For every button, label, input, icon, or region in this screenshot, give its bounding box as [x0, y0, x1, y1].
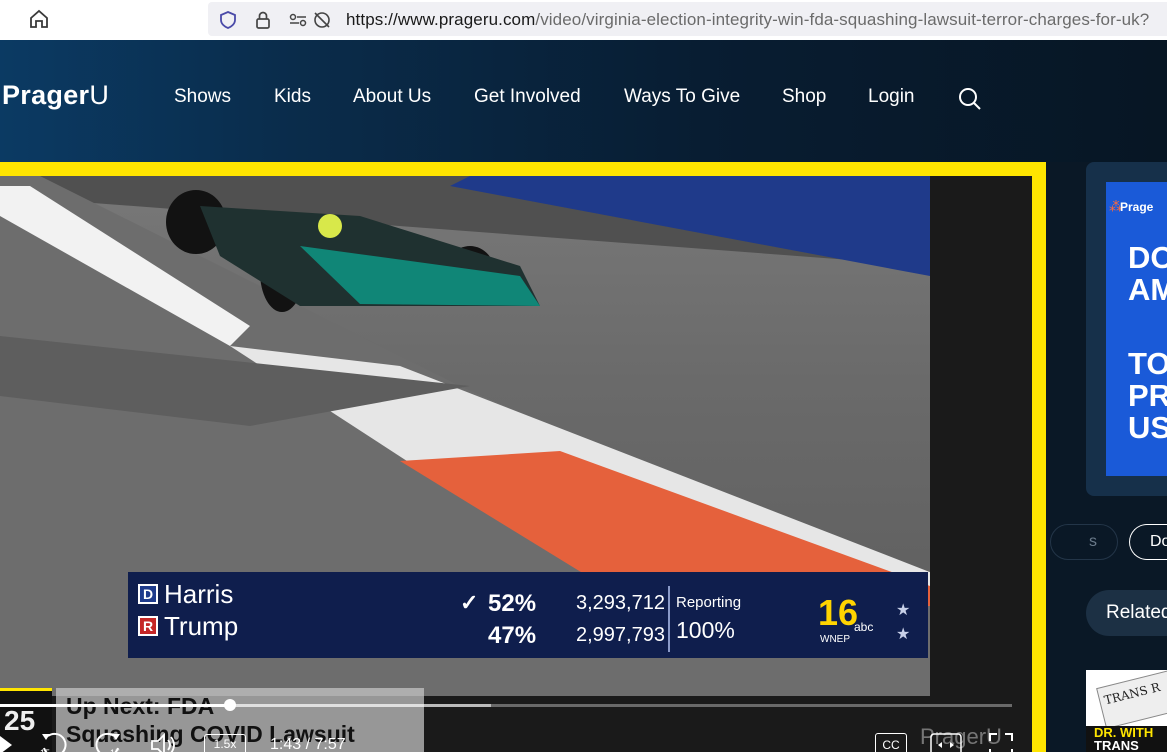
ad-text-line: US [1128, 410, 1167, 445]
progress-handle[interactable] [223, 699, 236, 711]
station-call-letters: WNEP [820, 634, 850, 645]
captions-button[interactable]: CC [875, 733, 907, 752]
ad-brand: Prage [1120, 200, 1154, 214]
ad-text-line: DO [1128, 240, 1167, 275]
video-player-frame: D Harris R Trump ✓ 52% 47% 3,293,712 2,9… [0, 162, 1046, 752]
party-badge-d: D [138, 584, 158, 604]
theater-mode-icon[interactable] [930, 733, 962, 752]
candidate-name: Harris [164, 578, 234, 609]
skip-back-icon[interactable]: 15 [38, 730, 70, 752]
ad-text-line: TO [1128, 346, 1167, 381]
related-video-thumbnail[interactable]: TRANS R DR. WITH TRANS [1086, 670, 1167, 752]
station-number: 16 [818, 592, 859, 633]
nav-kids[interactable]: Kids [274, 86, 311, 108]
ad-text-line: AM [1128, 272, 1167, 307]
played-bar [0, 704, 230, 707]
nav-login[interactable]: Login [868, 86, 915, 108]
volume-icon[interactable] [150, 732, 180, 752]
nav-ways-to-give[interactable]: Ways To Give [624, 86, 740, 108]
result-row-harris: D Harris [138, 578, 233, 610]
main-content: D Harris R Trump ✓ 52% 47% 3,293,712 2,9… [0, 162, 1167, 752]
category-chip[interactable]: Do [1129, 524, 1167, 560]
url-text[interactable]: https://www.prageru.com/video/virginia-e… [346, 10, 1149, 30]
star-icon: ★ [896, 626, 911, 643]
nav-about-us[interactable]: About Us [353, 86, 431, 108]
harris-votes: 3,293,712 [576, 592, 665, 614]
site-header: PragerU Shows Kids About Us Get Involved… [0, 40, 1167, 162]
candidate-name: Trump [164, 610, 239, 641]
trump-percent: 47% [488, 622, 537, 649]
skip-forward-icon[interactable]: 15 [92, 730, 124, 752]
address-bar[interactable]: https://www.prageru.com/video/virginia-e… [208, 2, 1167, 36]
ad-text-line: PR [1128, 378, 1167, 413]
play-icon[interactable] [0, 734, 14, 752]
up-next-number: 25 [4, 705, 36, 736]
nav-get-involved[interactable]: Get Involved [474, 86, 581, 108]
station-network: abc [854, 620, 874, 634]
thumb-caption: DR. WITH TRANS [1086, 726, 1167, 752]
star-icon: ★ [896, 602, 911, 619]
related-tab[interactable]: Related [1086, 590, 1167, 636]
nav-shop[interactable]: Shop [782, 86, 826, 108]
permissions-icon[interactable] [288, 10, 308, 30]
tracking-off-icon[interactable] [312, 10, 332, 30]
time-display: 1:43 / 7:57 [270, 736, 346, 752]
shield-icon[interactable] [218, 10, 238, 30]
video-frame: D Harris R Trump ✓ 52% 47% 3,293,712 2,9… [0, 176, 930, 696]
race-car-image [166, 190, 540, 312]
search-icon[interactable] [957, 86, 983, 112]
trump-votes: 2,997,793 [576, 624, 665, 646]
overlay-divider [668, 586, 670, 652]
browser-toolbar: https://www.prageru.com/video/virginia-e… [0, 0, 1167, 40]
election-results-overlay: D Harris R Trump ✓ 52% 47% 3,293,712 2,9… [128, 572, 928, 658]
ad-banner[interactable]: ⁂ Prage DO AM TO PR US [1106, 182, 1167, 476]
reporting-value: 100% [676, 617, 735, 643]
home-icon[interactable] [28, 8, 50, 30]
sidebar-ad[interactable]: ⁂ Prage DO AM TO PR US [1086, 162, 1167, 496]
prageru-logo[interactable]: PragerU [2, 80, 109, 111]
playback-speed-button[interactable]: 1.5x [204, 734, 246, 752]
fullscreen-icon[interactable] [988, 732, 1014, 752]
result-row-trump: R Trump [138, 610, 238, 642]
progress-bar[interactable] [0, 699, 1012, 711]
winner-check-icon: ✓ [460, 590, 479, 615]
harris-percent: 52% [488, 590, 537, 617]
thumb-headline: TRANS R [1096, 670, 1167, 730]
video-player[interactable]: D Harris R Trump ✓ 52% 47% 3,293,712 2,9… [0, 176, 1032, 752]
reporting-label: Reporting [676, 594, 742, 611]
lock-icon[interactable] [253, 10, 273, 30]
nav-shows[interactable]: Shows [174, 86, 231, 108]
category-chip[interactable]: s [1050, 524, 1118, 560]
party-badge-r: R [138, 616, 158, 636]
